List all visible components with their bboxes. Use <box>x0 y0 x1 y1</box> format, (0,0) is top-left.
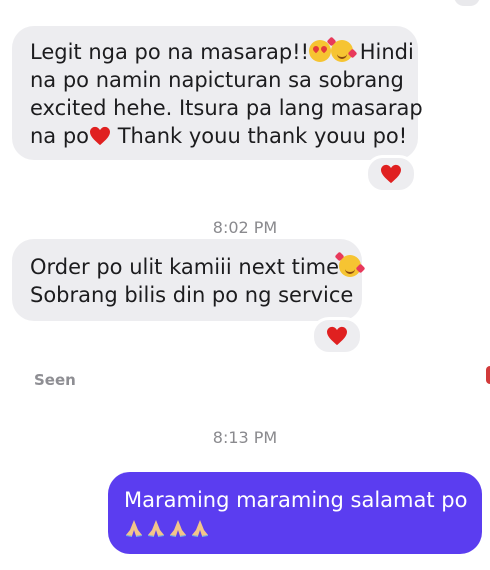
message-line: Sobrang bilis din po ng service <box>30 283 354 307</box>
message-line: Legit nga po na masarap!! Hindi <box>30 36 414 66</box>
previous-reaction-partial <box>454 0 480 6</box>
edge-indicator <box>486 366 490 384</box>
message-line: na po namin napicturan sa sobrang <box>30 68 404 92</box>
seen-indicator: Seen <box>34 371 76 389</box>
timestamp: 8:13 PM <box>212 428 278 447</box>
red-heart-emoji-icon <box>90 126 111 146</box>
smiling-face-with-hearts-emoji-icon <box>326 36 358 62</box>
incoming-message-bubble[interactable]: Order po ulit kamiii next time Sobrang b… <box>12 239 366 321</box>
timestamp: 8:02 PM <box>212 218 278 237</box>
folded-hands-emoji-icon <box>170 520 186 537</box>
incoming-message-bubble[interactable]: Legit nga po na masarap!! Hindi na po na… <box>12 26 423 160</box>
folded-hands-emoji-icon <box>148 520 164 537</box>
red-heart-icon <box>327 326 347 346</box>
heart-reaction-badge[interactable] <box>311 317 363 355</box>
heart-reaction-badge[interactable] <box>365 155 417 193</box>
message-line: excited hehe. Itsura pa lang masarap <box>30 96 423 120</box>
message-line: Order po ulit kamiii next time <box>30 251 366 281</box>
folded-hands-emoji-icon <box>192 520 208 537</box>
message-line: Maraming maraming salamat po <box>124 488 468 512</box>
outgoing-message-bubble[interactable]: Maraming maraming salamat po <box>108 472 482 554</box>
folded-hands-emoji-icon <box>126 520 142 537</box>
folded-hands-emoji-row <box>124 514 466 542</box>
chat-thread: Legit nga po na masarap!! Hindi na po na… <box>0 0 490 570</box>
smiling-face-with-hearts-emoji-icon <box>334 251 366 277</box>
red-heart-icon <box>381 164 401 184</box>
message-line: na po Thank youu thank youu po! <box>30 124 408 148</box>
